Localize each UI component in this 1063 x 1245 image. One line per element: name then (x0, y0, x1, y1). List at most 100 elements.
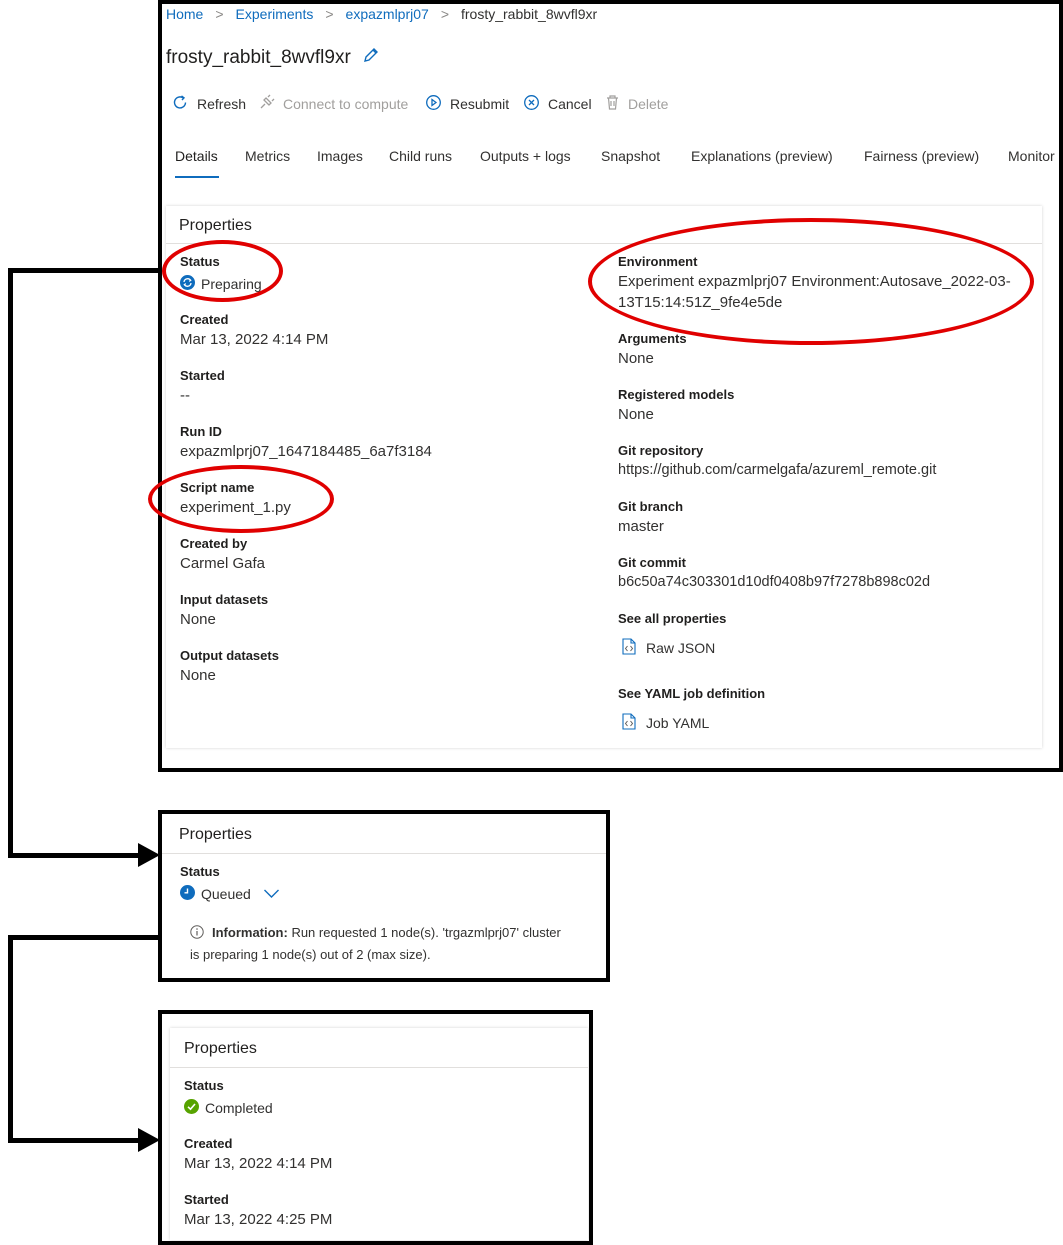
yaml-job-definition-label: See YAML job definition (618, 686, 766, 701)
registered-models-label: Registered models (618, 387, 735, 402)
queued-status-value[interactable]: Queued (180, 885, 280, 903)
resubmit-button[interactable]: Resubmit (425, 94, 509, 114)
clock-icon (180, 885, 195, 903)
raw-json-label: Raw JSON (646, 640, 716, 656)
code-file-icon (622, 638, 636, 658)
arrow-connector (8, 935, 13, 1143)
arrow-connector (8, 1138, 140, 1143)
refresh-button[interactable]: Refresh (172, 94, 246, 114)
info-icon (190, 925, 204, 945)
run-id-value: expazmlprj07_1647184485_6a7f3184 (180, 443, 432, 460)
tab-outputs-logs[interactable]: Outputs + logs (480, 148, 571, 164)
refresh-label: Refresh (197, 96, 247, 112)
environment-highlight-ellipse (588, 218, 1034, 345)
tab-monitor[interactable]: Monitor (1008, 148, 1055, 164)
output-datasets-value: None (180, 667, 216, 684)
completed-divider (170, 1067, 588, 1068)
info-message-title: Information: (212, 925, 288, 940)
queued-status-label: Status (180, 864, 220, 879)
completed-properties-heading: Properties (184, 1040, 257, 1057)
breadcrumb-current: frosty_rabbit_8wvfl9xr (461, 6, 598, 22)
completed-created-value: Mar 13, 2022 4:14 PM (184, 1155, 333, 1172)
git-repository-value: https://github.com/carmelgafa/azureml_re… (618, 462, 937, 478)
breadcrumb-experiments[interactable]: Experiments (236, 6, 314, 22)
queued-divider (162, 853, 606, 854)
created-by-value: Carmel Gafa (180, 555, 266, 572)
run-id-label: Run ID (180, 424, 222, 439)
connect-label: Connect to compute (283, 96, 409, 112)
cancel-button[interactable]: Cancel (523, 94, 592, 114)
completed-started-value: Mar 13, 2022 4:25 PM (184, 1211, 333, 1228)
cancel-label: Cancel (548, 96, 592, 112)
delete-label: Delete (628, 96, 669, 112)
breadcrumb-experiment[interactable]: expazmlprj07 (346, 6, 429, 22)
tab-images[interactable]: Images (317, 148, 363, 164)
arrow-connector (8, 268, 13, 858)
info-message-line2: is preparing 1 node(s) out of 2 (max siz… (190, 947, 431, 962)
arrowhead (138, 1128, 160, 1152)
queued-properties-heading: Properties (179, 826, 252, 843)
completed-created-label: Created (184, 1136, 233, 1151)
breadcrumb-separator: > (325, 6, 334, 22)
arguments-value: None (618, 350, 654, 367)
breadcrumb-home[interactable]: Home (166, 6, 203, 22)
tab-details[interactable]: Details (175, 148, 218, 164)
cancel-icon (523, 94, 540, 114)
arrow-connector (8, 268, 162, 273)
created-value: Mar 13, 2022 4:14 PM (180, 331, 329, 348)
resubmit-label: Resubmit (450, 96, 510, 112)
git-commit-label: Git commit (618, 555, 686, 570)
refresh-icon (172, 94, 189, 114)
git-branch-label: Git branch (618, 499, 684, 514)
completed-status-label: Status (184, 1078, 224, 1093)
code-file-icon (622, 713, 636, 733)
tab-fairness[interactable]: Fairness (preview) (864, 148, 979, 164)
delete-button[interactable]: Delete (605, 94, 668, 114)
pencil-icon[interactable] (362, 46, 380, 70)
plug-icon (258, 94, 275, 114)
resubmit-icon (425, 94, 442, 114)
arrowhead (138, 843, 160, 867)
created-label: Created (180, 312, 229, 327)
output-datasets-label: Output datasets (180, 648, 279, 663)
checkmark-circle-icon (184, 1099, 199, 1117)
arrow-connector (8, 853, 140, 858)
info-message-line1: Run requested 1 node(s). 'trgazmlprj07' … (287, 925, 561, 940)
tab-child-runs[interactable]: Child runs (389, 148, 452, 164)
page-title-row: frosty_rabbit_8wvfl9xr (166, 46, 380, 70)
tab-explanations[interactable]: Explanations (preview) (691, 148, 833, 164)
git-branch-value: master (618, 518, 664, 535)
started-label: Started (180, 368, 225, 383)
breadcrumb: Home > Experiments > expazmlprj07 > frosty_rab… (166, 6, 609, 22)
tab-metrics[interactable]: Metrics (245, 148, 290, 164)
tab-snapshot[interactable]: Snapshot (601, 148, 660, 164)
info-message: Information: Run requested 1 node(s). 't… (190, 923, 561, 965)
raw-json-button[interactable]: Raw JSON (622, 638, 715, 658)
job-yaml-label: Job YAML (646, 715, 710, 731)
breadcrumb-separator: > (440, 6, 449, 22)
completed-started-label: Started (184, 1192, 229, 1207)
status-highlight-ellipse (162, 240, 283, 302)
git-repository-label: Git repository (618, 443, 704, 458)
registered-models-value: None (618, 406, 654, 423)
completed-properties-card (170, 1028, 588, 1240)
started-value: -- (180, 387, 190, 404)
input-datasets-value: None (180, 611, 216, 628)
trash-icon (605, 94, 620, 114)
arguments-label: Arguments (618, 331, 687, 346)
script-name-highlight-ellipse (148, 465, 334, 533)
chevron-down-icon[interactable] (263, 886, 280, 902)
git-commit-link[interactable]: b6c50a74c303301d10df0408b97f7278b898c02d (618, 574, 930, 590)
created-by-label: Created by (180, 536, 248, 551)
arrow-connector (8, 935, 162, 940)
breadcrumb-separator: > (215, 6, 224, 22)
connect-to-compute-button[interactable]: Connect to compute (258, 94, 408, 114)
input-datasets-label: Input datasets (180, 592, 269, 607)
job-yaml-button[interactable]: Job YAML (622, 713, 709, 733)
active-tab-indicator (175, 176, 219, 178)
completed-status-text: Completed (205, 1100, 273, 1116)
page-title: frosty_rabbit_8wvfl9xr (166, 47, 351, 69)
queued-status-text: Queued (201, 886, 251, 902)
see-all-properties-label: See all properties (618, 611, 727, 626)
properties-heading: Properties (179, 217, 252, 234)
